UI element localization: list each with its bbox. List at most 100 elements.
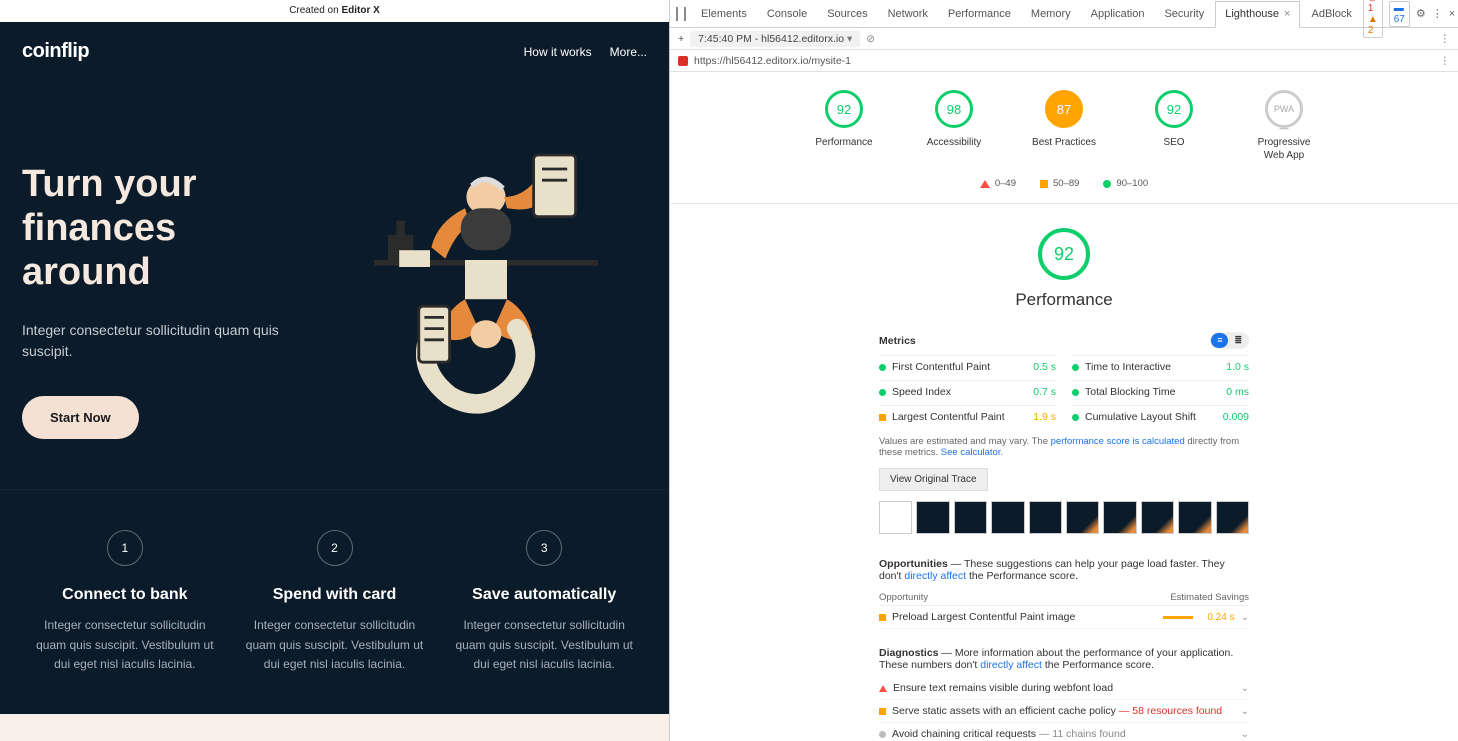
metrics-block: Metrics ≡≣ First Contentful Paint0.5 s T… bbox=[879, 326, 1249, 534]
hero-subtitle: Integer consectetur sollicitudin quam qu… bbox=[22, 320, 315, 362]
view-expanded-icon[interactable]: ≡ bbox=[1211, 333, 1228, 348]
hero-title: Turn your finances around bbox=[22, 163, 315, 294]
tab-memory[interactable]: Memory bbox=[1022, 0, 1080, 27]
metric-tti: Time to Interactive1.0 s bbox=[1072, 355, 1249, 378]
inspect-element-icon[interactable] bbox=[676, 7, 678, 21]
gauge-label: Progressive Web App bbox=[1248, 136, 1320, 162]
directly-affect-link[interactable]: directly affect bbox=[904, 570, 966, 582]
info-badge[interactable]: ▬ 67 bbox=[1389, 1, 1410, 27]
tab-lighthouse[interactable]: Lighthouse× bbox=[1215, 1, 1300, 28]
person-illustration-icon bbox=[346, 141, 626, 421]
opportunities-section: Opportunities — These suggestions can he… bbox=[879, 558, 1249, 629]
block-icon[interactable]: ⊘ bbox=[866, 33, 875, 45]
diagnostic-row[interactable]: Serve static assets with an efficient ca… bbox=[879, 700, 1249, 723]
nav-more[interactable]: More... bbox=[610, 45, 647, 59]
feature-body: Integer consectetur sollicitudin quam qu… bbox=[30, 616, 220, 674]
filmstrip-frame bbox=[1066, 501, 1099, 534]
feature-title: Connect to bank bbox=[30, 586, 220, 604]
view-compact-icon[interactable]: ≣ bbox=[1228, 333, 1248, 348]
error-badge[interactable]: ◉ 1 ▲ 2 bbox=[1363, 0, 1383, 38]
website-preview: Created on Editor X coinflip How it work… bbox=[0, 0, 669, 741]
close-icon[interactable]: × bbox=[1284, 8, 1290, 20]
gauge-seo[interactable]: 92 SEO bbox=[1138, 90, 1210, 162]
tab-performance[interactable]: Performance bbox=[939, 0, 1020, 27]
metrics-heading: Metrics bbox=[879, 335, 916, 347]
tab-application[interactable]: Application bbox=[1082, 0, 1154, 27]
tab-adblock[interactable]: AdBlock bbox=[1302, 0, 1360, 27]
gauge-performance[interactable]: 92 Performance bbox=[808, 90, 880, 162]
features-row: 1 Connect to bank Integer consectetur so… bbox=[0, 489, 669, 714]
feature-title: Save automatically bbox=[449, 586, 639, 604]
close-devtools-icon[interactable]: × bbox=[1449, 8, 1455, 20]
gauge-accessibility[interactable]: 98 Accessibility bbox=[918, 90, 990, 162]
feature-1: 1 Connect to bank Integer consectetur so… bbox=[30, 530, 220, 674]
calc-link[interactable]: performance score is calculated bbox=[1051, 436, 1185, 447]
gauge-value: 92 bbox=[1155, 90, 1193, 128]
gauge-label: SEO bbox=[1138, 136, 1210, 149]
filmstrip-frame bbox=[1178, 501, 1211, 534]
editor-ribbon: Created on Editor X bbox=[0, 0, 669, 22]
nav-how-it-works[interactable]: How it works bbox=[524, 45, 592, 59]
gauge-value: 87 bbox=[1045, 90, 1083, 128]
nav-links: How it works More... bbox=[524, 45, 647, 59]
report-tab[interactable]: 7:45:40 PM - hl56412.editorx.io ▾ bbox=[690, 31, 860, 47]
gauge-label: Accessibility bbox=[918, 136, 990, 149]
site-body: coinflip How it works More... Turn your … bbox=[0, 22, 669, 741]
gear-icon[interactable]: ⚙ bbox=[1416, 7, 1426, 20]
square-icon bbox=[1040, 180, 1048, 188]
triangle-icon bbox=[980, 180, 990, 188]
filmstrip bbox=[879, 501, 1249, 534]
tab-elements[interactable]: Elements bbox=[692, 0, 756, 27]
chevron-down-icon: ⌄ bbox=[1241, 729, 1249, 740]
filmstrip-frame bbox=[1029, 501, 1062, 534]
directly-affect-link[interactable]: directly affect bbox=[980, 659, 1042, 671]
metrics-disclaimer: Values are estimated and may vary. The p… bbox=[879, 436, 1249, 458]
feature-2: 2 Spend with card Integer consectetur so… bbox=[240, 530, 430, 674]
chevron-down-icon: ⌄ bbox=[1241, 706, 1249, 717]
filmstrip-frame bbox=[954, 501, 987, 534]
page-url-row: https://hl56412.editorx.io/mysite-1 ⋮ bbox=[670, 50, 1458, 72]
filmstrip-frame bbox=[916, 501, 949, 534]
square-icon bbox=[879, 614, 886, 621]
gauge-best-practices[interactable]: 87 Best Practices bbox=[1028, 90, 1100, 162]
tab-sources[interactable]: Sources bbox=[818, 0, 876, 27]
section-score-value: 92 bbox=[1038, 228, 1090, 280]
metrics-view-toggle[interactable]: ≡≣ bbox=[1210, 332, 1249, 349]
opportunity-row[interactable]: Preload Largest Contentful Paint image 0… bbox=[879, 606, 1249, 629]
tab-console[interactable]: Console bbox=[758, 0, 816, 27]
insecure-lock-icon bbox=[678, 56, 688, 66]
site-nav: coinflip How it works More... bbox=[0, 22, 669, 73]
devtools-panel: Elements Console Sources Network Perform… bbox=[669, 0, 1458, 741]
gauge-pwa[interactable]: PWA Progressive Web App bbox=[1248, 90, 1320, 162]
see-calc-link[interactable]: See calculator. bbox=[941, 447, 1003, 458]
gauge-label: Performance bbox=[808, 136, 880, 149]
filmstrip-frame bbox=[1103, 501, 1136, 534]
device-toolbar-icon[interactable] bbox=[684, 7, 686, 21]
score-legend: 0–49 50–89 90–100 bbox=[670, 170, 1458, 204]
more-icon[interactable]: ⋮ bbox=[1432, 7, 1443, 20]
new-report-button[interactable]: + bbox=[678, 33, 684, 45]
diagnostic-row[interactable]: Ensure text remains visible during webfo… bbox=[879, 677, 1249, 700]
page-url: https://hl56412.editorx.io/mysite-1 bbox=[694, 55, 1434, 67]
savings-bar bbox=[1163, 616, 1193, 619]
tab-network[interactable]: Network bbox=[879, 0, 937, 27]
ribbon-prefix: Created on bbox=[289, 5, 341, 16]
filmstrip-frame bbox=[1141, 501, 1174, 534]
more-icon[interactable]: ⋮ bbox=[1440, 55, 1451, 67]
feature-3: 3 Save automatically Integer consectetur… bbox=[449, 530, 639, 674]
brand-logo[interactable]: coinflip bbox=[22, 40, 89, 63]
report-tabbar: + 7:45:40 PM - hl56412.editorx.io ▾ ⊘ ⋮ bbox=[670, 28, 1458, 50]
feature-body: Integer consectetur sollicitudin quam qu… bbox=[449, 616, 639, 674]
filmstrip-frame bbox=[879, 501, 912, 534]
diagnostic-row[interactable]: Avoid chaining critical requests — 11 ch… bbox=[879, 723, 1249, 741]
circle-icon bbox=[1103, 180, 1111, 188]
lighthouse-report[interactable]: 92 Performance 98 Accessibility 87 Best … bbox=[670, 72, 1458, 741]
status-icon bbox=[879, 708, 886, 715]
devtools-tabs: Elements Console Sources Network Perform… bbox=[670, 0, 1458, 28]
view-trace-button[interactable]: View Original Trace bbox=[879, 468, 988, 491]
tab-security[interactable]: Security bbox=[1155, 0, 1213, 27]
hero-text: Turn your finances around Integer consec… bbox=[22, 163, 315, 439]
chevron-down-icon: ⌄ bbox=[1241, 683, 1249, 694]
start-now-button[interactable]: Start Now bbox=[22, 396, 139, 439]
feature-body: Integer consectetur sollicitudin quam qu… bbox=[240, 616, 430, 674]
